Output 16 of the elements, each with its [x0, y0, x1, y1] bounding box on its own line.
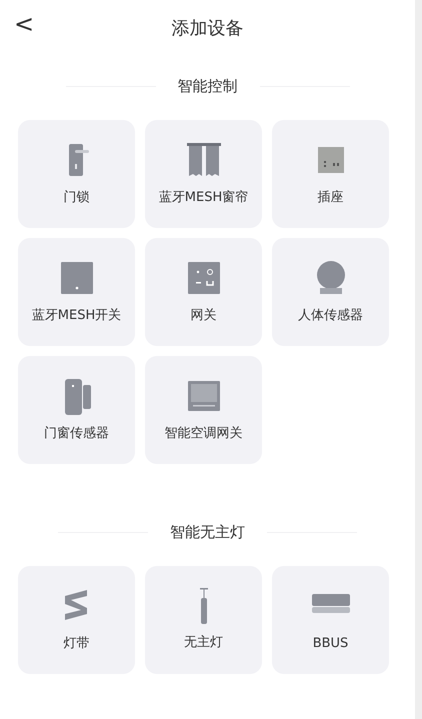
- device-card[interactable]: 网关: [145, 238, 262, 346]
- device-card[interactable]: 灯带: [18, 566, 135, 674]
- device-card[interactable]: BBUS: [272, 566, 389, 674]
- device-card[interactable]: 门窗传感器: [18, 356, 135, 464]
- pendant-light-icon: [198, 587, 208, 626]
- section-title: 智能控制: [178, 76, 238, 97]
- page-title: 添加设备: [172, 16, 244, 40]
- device-card[interactable]: 门锁: [18, 120, 135, 228]
- device-card[interactable]: 插座: [272, 120, 389, 228]
- back-button[interactable]: <: [14, 12, 34, 36]
- device-card[interactable]: 蓝牙MESH窗帘: [145, 120, 262, 228]
- section-title: 智能无主灯: [170, 522, 245, 543]
- device-card[interactable]: 智能空调网关: [145, 356, 262, 464]
- device-card[interactable]: 人体传感器: [272, 238, 389, 346]
- device-card[interactable]: 蓝牙MESH开关: [18, 238, 135, 346]
- device-card[interactable]: 无主灯: [145, 566, 262, 674]
